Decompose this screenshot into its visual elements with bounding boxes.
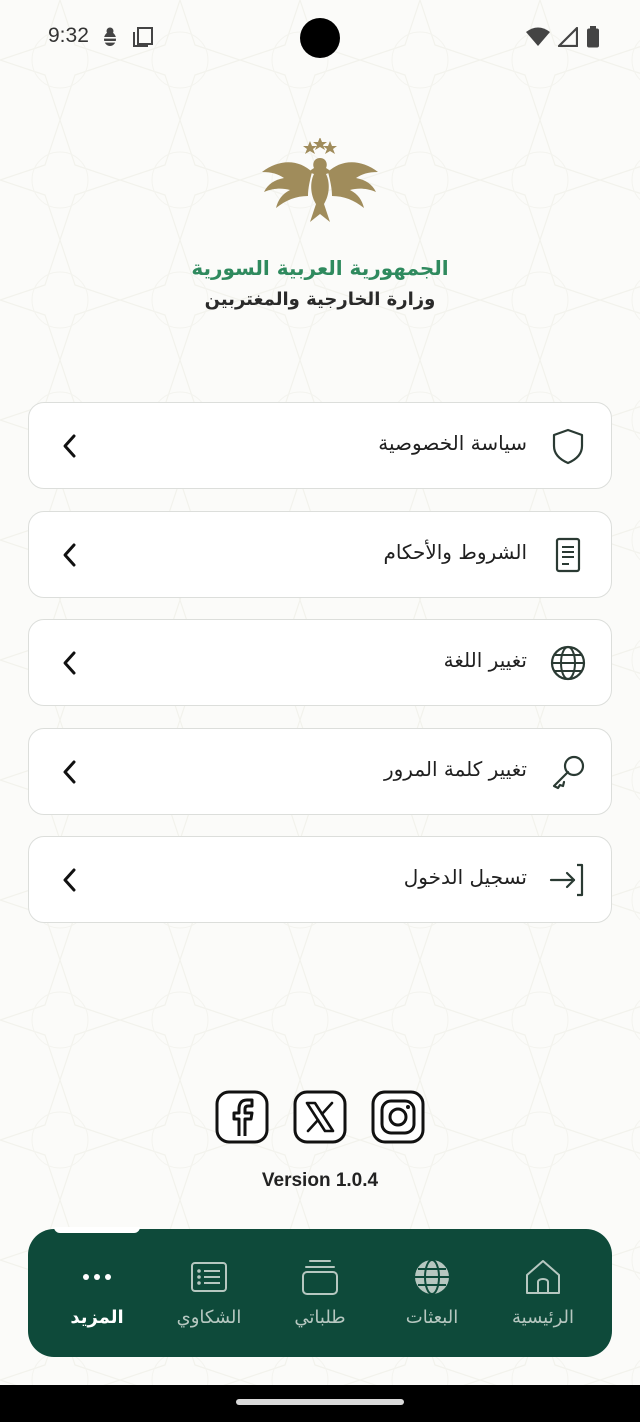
shield-icon	[552, 428, 584, 465]
globe-icon	[550, 645, 586, 681]
home-icon	[526, 1260, 560, 1294]
document-icon	[555, 537, 581, 572]
menu-item-terms[interactable]: الشروط والأحكام	[28, 510, 612, 598]
home-gesture-handle[interactable]	[236, 1399, 404, 1405]
facebook-icon[interactable]	[215, 1090, 269, 1144]
clipboard-icon	[133, 27, 153, 47]
brand-title: الجمهورية العربية السورية	[191, 256, 449, 280]
menu-item-label: تسجيل الدخول	[403, 865, 527, 889]
menu-item-label: سياسة الخصوصية	[378, 431, 527, 455]
status-time: 9:32	[48, 24, 89, 47]
chevron-left-icon	[63, 760, 76, 783]
menu-item-privacy-policy[interactable]: سياسة الخصوصية	[28, 402, 612, 489]
complaints-icon	[191, 1262, 227, 1292]
nav-label: المزيد	[70, 1307, 124, 1328]
wifi-icon	[526, 27, 550, 46]
key-icon	[552, 755, 585, 789]
front-camera	[300, 18, 340, 58]
menu-item-label: تغيير اللغة	[443, 648, 527, 672]
menu-item-login[interactable]: تسجيل الدخول	[28, 836, 612, 923]
brand-subtitle: وزارة الخارجية والمغتربين	[204, 289, 436, 310]
bug-icon	[103, 27, 117, 46]
instagram-icon[interactable]	[371, 1090, 425, 1144]
eagle-emblem-icon	[262, 138, 378, 222]
status-left-icons	[100, 26, 154, 48]
nav-item-my-requests[interactable]: طلباتي	[265, 1257, 375, 1328]
version-label: Version 1.0.4	[261, 1170, 379, 1191]
globe-icon	[415, 1259, 449, 1295]
ministry-logo	[0, 138, 640, 230]
menu-item-change-password[interactable]: تغيير كلمة المرور	[28, 727, 612, 815]
nav-label: البعثات	[405, 1307, 459, 1328]
nav-label: الشكاوي	[176, 1307, 242, 1328]
status-bar: 9:32	[0, 0, 640, 76]
signal-icon	[558, 27, 578, 47]
settings-menu: سياسة الخصوصية الشروط والأحكام تغيير الل…	[28, 402, 612, 945]
menu-item-label: الشروط والأحكام	[383, 539, 527, 564]
x-icon[interactable]	[293, 1090, 347, 1144]
active-indicator	[54, 1227, 140, 1233]
menu-item-label: تغيير كلمة المرور	[383, 756, 527, 781]
status-right-icons	[526, 26, 600, 48]
bottom-navigation: المزيد الشكاوي طلباتي البعثات الرئيسية	[28, 1227, 612, 1357]
chevron-left-icon	[63, 651, 76, 675]
chevron-left-icon	[63, 543, 76, 566]
menu-item-change-language[interactable]: تغيير اللغة	[28, 619, 612, 706]
nav-item-home[interactable]: الرئيسية	[488, 1257, 598, 1328]
more-icon	[83, 1274, 111, 1280]
social-links	[0, 1090, 640, 1144]
nav-item-more[interactable]: المزيد	[42, 1257, 152, 1328]
nav-item-complaints[interactable]: الشكاوي	[154, 1257, 264, 1328]
nav-label: طلباتي	[294, 1307, 346, 1328]
chevron-left-icon	[63, 434, 76, 458]
chevron-left-icon	[63, 868, 76, 892]
login-icon	[549, 863, 584, 897]
requests-icon	[302, 1260, 338, 1295]
battery-icon	[587, 26, 599, 48]
nav-label: الرئيسية	[512, 1307, 574, 1328]
nav-item-missions[interactable]: البعثات	[377, 1257, 487, 1328]
